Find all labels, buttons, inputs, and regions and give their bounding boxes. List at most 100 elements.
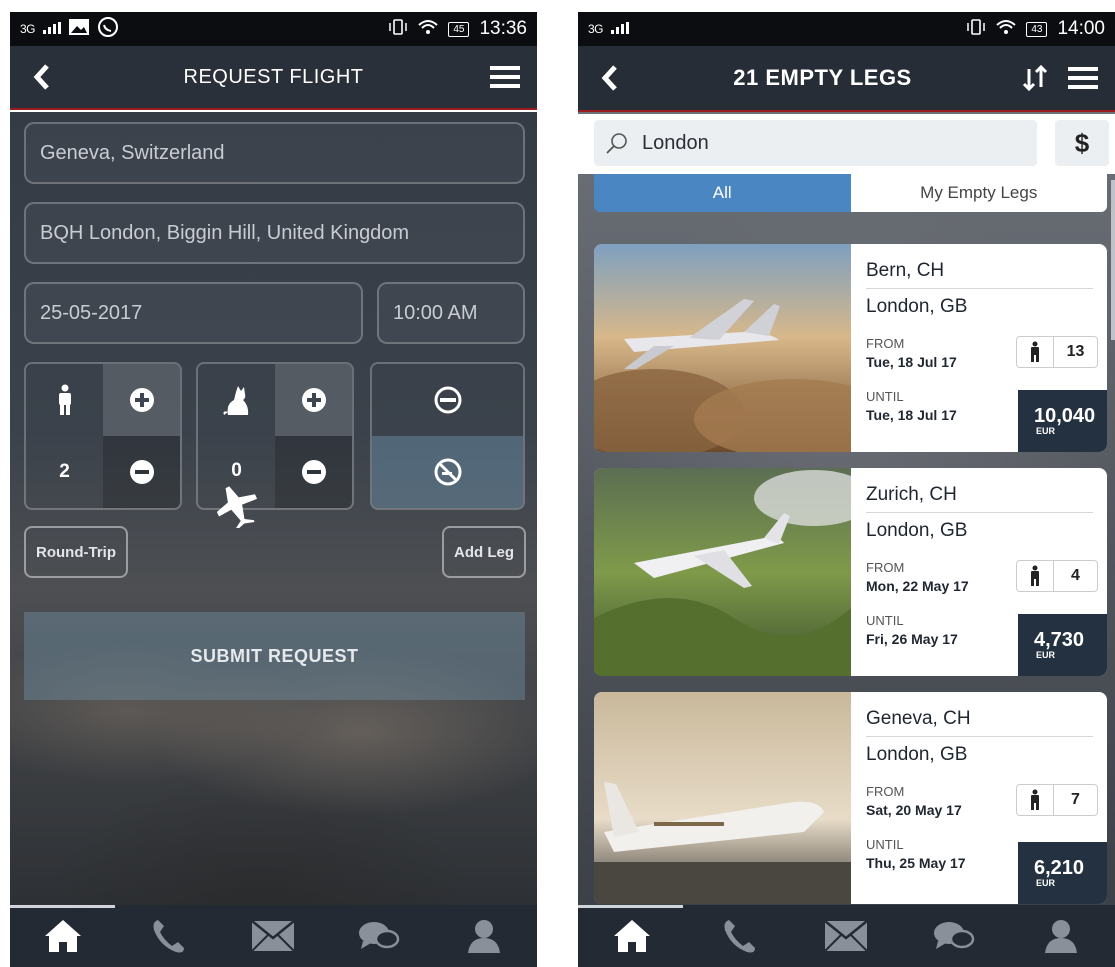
home-icon[interactable] — [610, 914, 654, 958]
until-date: Tue, 18 Jul 17 — [866, 407, 957, 423]
phone-icon[interactable] — [717, 914, 761, 958]
empty-leg-card[interactable]: Zurich, CH London, GB FROM Mon, 22 May 1… — [594, 468, 1107, 676]
page-title: REQUEST FLIGHT — [183, 65, 364, 88]
pet-minus-button[interactable] — [275, 436, 352, 508]
seat-count: 7 — [1016, 784, 1098, 816]
price-value: 10,040 — [1034, 405, 1096, 427]
passenger-plus-button[interactable] — [103, 364, 180, 436]
wifi-icon — [996, 19, 1016, 39]
empty-leg-card[interactable]: Geneva, CH London, GB FROM Sat, 20 May 1… — [594, 692, 1107, 904]
clock: 13:36 — [479, 18, 527, 39]
date-field[interactable]: 25-05-2017 — [24, 282, 363, 344]
signal-icon — [43, 21, 62, 38]
from-date: Tue, 18 Jul 17 — [866, 354, 957, 370]
from-date: Sat, 20 May 17 — [866, 802, 962, 818]
back-icon[interactable] — [592, 60, 628, 96]
segmented-tabs: All My Empty Legs — [594, 174, 1107, 212]
gallery-icon — [69, 19, 90, 39]
page-title: 21 EMPTY LEGS — [733, 65, 912, 90]
bottom-nav — [10, 905, 537, 967]
destination-value: BQH London, Biggin Hill, United Kingdom — [40, 221, 410, 244]
from-date: Mon, 22 May 17 — [866, 578, 969, 594]
seat-count: 4 — [1016, 560, 1098, 592]
destination-city: London, GB — [866, 520, 968, 541]
destination-city: London, GB — [866, 296, 968, 317]
destination-city: London, GB — [866, 744, 968, 765]
chat-icon[interactable] — [932, 914, 976, 958]
passenger-minus-button[interactable] — [103, 436, 180, 508]
until-label: UNTIL — [866, 837, 904, 852]
back-icon[interactable] — [24, 59, 60, 95]
smoking-toggle — [370, 362, 525, 510]
seat-count: 13 — [1016, 336, 1098, 368]
person-icon — [1017, 785, 1054, 815]
person-icon — [26, 364, 103, 436]
origin-field[interactable]: Geneva, Switzerland — [24, 122, 525, 184]
price-badge: 4,730 EUR — [1018, 614, 1107, 676]
wifi-icon — [418, 19, 438, 39]
mail-icon[interactable] — [824, 914, 869, 958]
person-icon — [1017, 561, 1054, 591]
scrollbar[interactable] — [1111, 180, 1115, 340]
plane-icon — [216, 482, 262, 533]
mail-icon[interactable] — [251, 914, 296, 958]
time-field[interactable]: 10:00 AM — [377, 282, 525, 344]
until-label: UNTIL — [866, 613, 904, 628]
sort-icon[interactable] — [1017, 60, 1053, 96]
search-input[interactable]: London — [594, 120, 1037, 166]
signal-icon — [611, 21, 630, 38]
empty-legs-screen: 3G 43 14:00 21 EMPTY LEGS London $ All M… — [578, 12, 1115, 967]
price-badge: 6,210 EUR — [1018, 842, 1107, 904]
minus-icon — [129, 460, 154, 484]
origin-city: Bern, CH — [866, 260, 1093, 289]
search-icon — [606, 133, 627, 154]
submit-request-button[interactable]: SUBMIT REQUEST — [24, 612, 525, 700]
add-leg-button[interactable]: Add Leg — [442, 526, 526, 578]
clock: 14:00 — [1057, 18, 1105, 39]
profile-icon[interactable] — [1039, 914, 1083, 958]
currency-button[interactable]: $ — [1055, 120, 1109, 166]
round-trip-button[interactable]: Round-Trip — [24, 526, 128, 578]
no-smoking-icon — [434, 458, 461, 486]
origin-city: Zurich, CH — [866, 484, 1093, 513]
request-flight-screen: 3G 45 13:36 REQUEST FLIGHT Geneva, Switz… — [10, 12, 537, 967]
minus-icon — [301, 460, 326, 484]
price-value: 4,730 — [1034, 629, 1085, 651]
from-label: FROM — [866, 560, 905, 575]
network-indicator: 3G — [588, 22, 604, 36]
nav-active-indicator — [10, 905, 115, 908]
date-value: 25-05-2017 — [40, 301, 143, 324]
profile-icon[interactable] — [462, 914, 506, 958]
tab-my-empty-legs[interactable]: My Empty Legs — [850, 174, 1107, 212]
until-date: Thu, 25 May 17 — [866, 855, 966, 871]
from-label: FROM — [866, 784, 905, 799]
status-bar: 3G 43 14:00 — [578, 12, 1115, 46]
price-currency: EUR — [1036, 650, 1056, 660]
destination-field[interactable]: BQH London, Biggin Hill, United Kingdom — [24, 202, 525, 264]
chat-icon[interactable] — [357, 914, 401, 958]
nav-active-indicator — [578, 905, 683, 908]
phone-icon[interactable] — [146, 914, 190, 958]
plus-icon — [129, 388, 154, 412]
smoking-option[interactable] — [372, 364, 523, 436]
time-value: 10:00 AM — [393, 301, 478, 324]
pet-plus-button[interactable] — [275, 364, 352, 436]
search-value: London — [642, 131, 709, 154]
smoking-icon — [434, 386, 461, 414]
home-icon[interactable] — [41, 914, 85, 958]
aircraft-photo — [594, 692, 851, 904]
tab-all[interactable]: All — [594, 174, 851, 212]
empty-leg-card[interactable]: Bern, CH London, GB FROM Tue, 18 Jul 17 … — [594, 244, 1107, 452]
app-header: 21 EMPTY LEGS — [578, 46, 1115, 112]
seat-count-value: 13 — [1066, 343, 1085, 360]
seat-count-value: 4 — [1071, 567, 1080, 584]
price-value: 6,210 — [1034, 857, 1085, 879]
menu-icon[interactable] — [487, 59, 523, 95]
vibrate-icon — [388, 19, 408, 39]
aircraft-photo — [594, 468, 874, 676]
price-currency: EUR — [1036, 426, 1056, 436]
passenger-stepper: 2 — [24, 362, 182, 510]
no-smoking-option[interactable] — [372, 436, 523, 508]
menu-icon[interactable] — [1065, 60, 1101, 96]
network-indicator: 3G — [20, 22, 36, 36]
